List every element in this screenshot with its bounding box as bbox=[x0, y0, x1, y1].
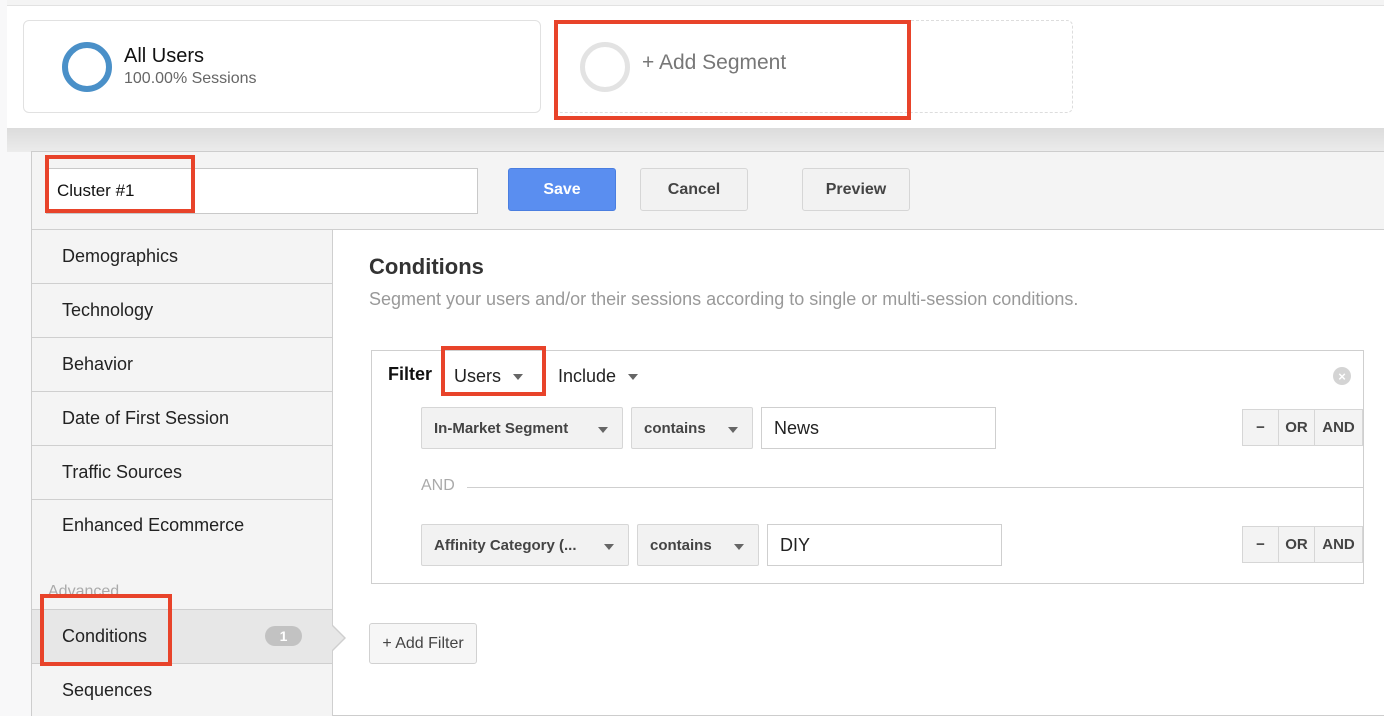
sidebar-item-label: Enhanced Ecommerce bbox=[62, 515, 245, 535]
segment-bar-shadow bbox=[7, 128, 1384, 152]
empty-segment-ring-icon bbox=[580, 42, 630, 92]
and-separator-label: AND bbox=[421, 477, 455, 494]
sidebar-item-traffic-sources[interactable]: Traffic Sources bbox=[32, 446, 332, 500]
sidebar-item-label: Behavior bbox=[62, 354, 134, 374]
caret-down-icon bbox=[728, 427, 738, 433]
or-condition-button[interactable]: OR bbox=[1279, 410, 1315, 445]
sidebar-item-label: Technology bbox=[62, 300, 154, 320]
count-badge: 1 bbox=[265, 626, 302, 646]
filter-mode-value: Include bbox=[558, 366, 617, 386]
segment-title: All Users bbox=[124, 45, 205, 67]
remove-condition-button[interactable]: − bbox=[1243, 410, 1279, 445]
condition-value-input[interactable] bbox=[767, 524, 1002, 566]
sidebar-item-label: Conditions bbox=[62, 626, 148, 646]
operator-value: contains bbox=[650, 536, 712, 554]
and-condition-button[interactable]: AND bbox=[1315, 527, 1362, 562]
sidebar-item-label: Traffic Sources bbox=[62, 462, 183, 482]
or-condition-button[interactable]: OR bbox=[1279, 527, 1315, 562]
filter-mode-dropdown[interactable]: Include bbox=[558, 366, 639, 387]
caret-down-icon bbox=[598, 427, 608, 433]
sidebar-item-technology[interactable]: Technology bbox=[32, 284, 332, 338]
and-separator-line bbox=[467, 487, 1364, 488]
row-actions: − OR AND bbox=[1242, 526, 1363, 563]
row-actions: − OR AND bbox=[1242, 409, 1363, 446]
add-filter-button[interactable]: + Add Filter bbox=[369, 623, 477, 664]
segment-subtitle: 100.00% Sessions bbox=[124, 70, 257, 87]
condition-value-input[interactable] bbox=[761, 407, 996, 449]
caret-down-icon bbox=[513, 373, 524, 380]
conditions-description: Segment your users and/or their sessions… bbox=[369, 289, 1079, 309]
dimension-value: In-Market Segment bbox=[434, 419, 569, 437]
preview-button[interactable]: Preview bbox=[802, 168, 910, 211]
remove-condition-button[interactable]: − bbox=[1243, 527, 1279, 562]
sidebar-item-label: Sequences bbox=[62, 680, 153, 700]
operator-dropdown[interactable]: contains bbox=[637, 524, 759, 566]
add-segment-button[interactable]: + Add Segment bbox=[555, 20, 1073, 113]
dimension-dropdown[interactable]: In-Market Segment bbox=[421, 407, 623, 449]
sidebar-item-label: Date of First Session bbox=[62, 408, 230, 428]
sidebar: Demographics Technology Behavior Date of… bbox=[32, 230, 333, 716]
filter-label: Filter bbox=[388, 364, 433, 384]
sidebar-item-behavior[interactable]: Behavior bbox=[32, 338, 332, 392]
caret-down-icon bbox=[628, 373, 639, 380]
sidebar-section-advanced: Advanced bbox=[48, 583, 120, 600]
active-item-pointer-icon bbox=[331, 624, 346, 652]
filter-box: Filter Users Include × In-Market Segment… bbox=[371, 350, 1364, 584]
dimension-value: Affinity Category (... bbox=[434, 536, 577, 554]
sidebar-item-date-of-first-session[interactable]: Date of First Session bbox=[32, 392, 332, 446]
sidebar-item-demographics[interactable]: Demographics bbox=[32, 230, 332, 284]
operator-value: contains bbox=[644, 419, 706, 437]
save-button[interactable]: Save bbox=[508, 168, 616, 211]
editor-header: Save Cancel Preview bbox=[32, 152, 1384, 230]
cancel-button[interactable]: Cancel bbox=[640, 168, 748, 211]
add-segment-label: + Add Segment bbox=[642, 51, 787, 74]
filter-scope-value: Users bbox=[454, 366, 502, 386]
remove-filter-icon[interactable]: × bbox=[1333, 367, 1351, 385]
sidebar-item-conditions[interactable]: Conditions 1 bbox=[32, 609, 332, 664]
caret-down-icon bbox=[734, 544, 744, 550]
segment-name-input[interactable] bbox=[46, 168, 478, 214]
sidebar-item-label: Demographics bbox=[62, 246, 179, 266]
filter-scope-dropdown[interactable]: Users bbox=[454, 366, 524, 387]
sidebar-item-enhanced-ecommerce[interactable]: Enhanced Ecommerce bbox=[32, 500, 332, 584]
segment-card-all-users[interactable]: All Users 100.00% Sessions bbox=[23, 20, 541, 113]
caret-down-icon bbox=[604, 544, 614, 550]
conditions-title: Conditions bbox=[369, 254, 484, 279]
and-condition-button[interactable]: AND bbox=[1315, 410, 1362, 445]
segment-ring-icon bbox=[62, 42, 112, 92]
dimension-dropdown[interactable]: Affinity Category (... bbox=[421, 524, 629, 566]
segment-editor: Save Cancel Preview Demographics Technol… bbox=[31, 151, 1384, 716]
operator-dropdown[interactable]: contains bbox=[631, 407, 753, 449]
sidebar-item-sequences[interactable]: Sequences bbox=[32, 664, 332, 716]
